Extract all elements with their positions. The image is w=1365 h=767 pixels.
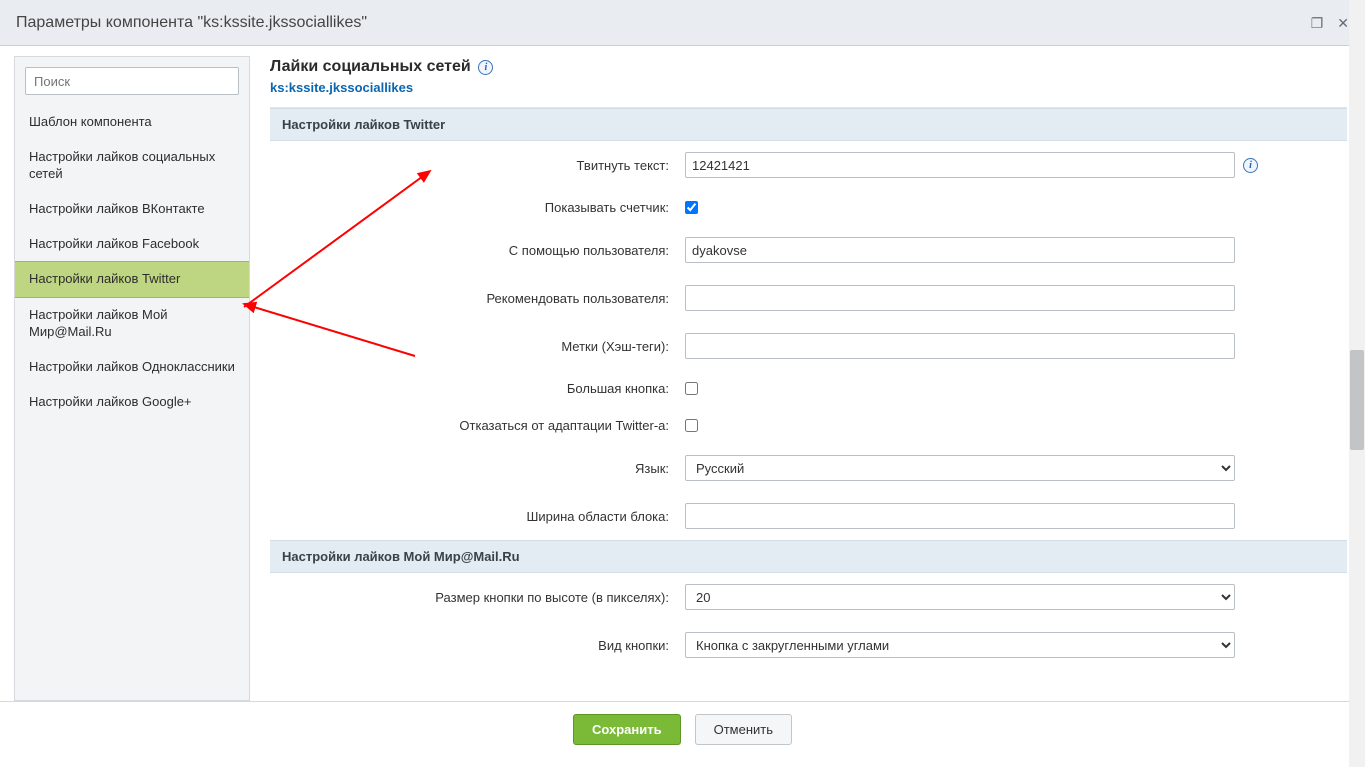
label-mailru-height: Размер кнопки по высоте (в пикселях): — [280, 590, 685, 605]
row-hashtags: Метки (Хэш-теги): — [270, 322, 1347, 370]
row-width: Ширина области блока: — [270, 492, 1347, 540]
row-dnt: Отказаться от адаптации Twitter-а: — [270, 407, 1347, 444]
select-mailru-height[interactable]: 20 — [685, 584, 1235, 610]
input-hashtags[interactable] — [685, 333, 1235, 359]
sidebar-item-vk[interactable]: Настройки лайков ВКонтакте — [15, 192, 249, 227]
checkbox-dnt[interactable] — [685, 419, 698, 432]
input-via-user[interactable] — [685, 237, 1235, 263]
label-recommend-user: Рекомендовать пользователя: — [280, 291, 685, 306]
label-show-counter: Показывать счетчик: — [280, 200, 685, 215]
sidebar-item-mailru[interactable]: Настройки лайков Мой Мир@Mail.Ru — [15, 298, 249, 350]
section-bar-mailru: Настройки лайков Мой Мир@Mail.Ru — [270, 540, 1347, 573]
info-icon[interactable]: i — [478, 60, 493, 75]
form-scroll-area[interactable]: Настройки лайков Twitter Твитнуть текст:… — [270, 107, 1347, 701]
input-tweet-text[interactable] — [685, 152, 1235, 178]
checkbox-show-counter[interactable] — [685, 201, 698, 214]
maximize-icon[interactable]: ❐ — [1311, 16, 1324, 30]
row-tweet-text: Твитнуть текст: i — [270, 141, 1347, 189]
select-mailru-kind[interactable]: Кнопка с закругленными углами — [685, 632, 1235, 658]
sidebar-item-social[interactable]: Настройки лайков социальных сетей — [15, 140, 249, 192]
sidebar-nav: Шаблон компонента Настройки лайков социа… — [15, 99, 249, 420]
search-input[interactable] — [25, 67, 239, 95]
row-big-button: Большая кнопка: — [270, 370, 1347, 407]
label-width: Ширина области блока: — [280, 509, 685, 524]
label-via-user: С помощью пользователя: — [280, 243, 685, 258]
sidebar-item-googleplus[interactable]: Настройки лайков Google+ — [15, 385, 249, 420]
cancel-button[interactable]: Отменить — [695, 714, 792, 745]
input-recommend-user[interactable] — [685, 285, 1235, 311]
window-title: Параметры компонента "ks:kssite.jkssocia… — [16, 14, 1311, 32]
info-icon[interactable]: i — [1243, 158, 1258, 173]
footer: Сохранить Отменить — [0, 701, 1365, 756]
window-controls: ❐ ✕ — [1311, 16, 1349, 30]
row-show-counter: Показывать счетчик: — [270, 189, 1347, 226]
row-recommend-user: Рекомендовать пользователя: — [270, 274, 1347, 322]
sidebar-item-facebook[interactable]: Настройки лайков Facebook — [15, 227, 249, 262]
sidebar-item-odnoklassniki[interactable]: Настройки лайков Одноклассники — [15, 350, 249, 385]
row-mailru-kind: Вид кнопки: Кнопка с закругленными углам… — [270, 621, 1347, 669]
section-bar-twitter: Настройки лайков Twitter — [270, 108, 1347, 141]
label-big-button: Большая кнопка: — [280, 381, 685, 396]
label-mailru-kind: Вид кнопки: — [280, 638, 685, 653]
label-hashtags: Метки (Хэш-теги): — [280, 339, 685, 354]
main-panel: Лайки социальных сетей i ks:kssite.jksso… — [270, 56, 1347, 701]
main-header: Лайки социальных сетей i ks:kssite.jksso… — [270, 56, 1347, 107]
label-lang: Язык: — [280, 461, 685, 476]
page-scroll-thumb[interactable] — [1350, 350, 1364, 450]
input-width[interactable] — [685, 503, 1235, 529]
page-title: Лайки социальных сетей — [270, 58, 471, 76]
checkbox-big-button[interactable] — [685, 382, 698, 395]
save-button[interactable]: Сохранить — [573, 714, 681, 745]
sidebar-item-twitter[interactable]: Настройки лайков Twitter — [15, 261, 249, 298]
close-icon[interactable]: ✕ — [1337, 16, 1349, 30]
label-tweet-text: Твитнуть текст: — [280, 158, 685, 173]
row-lang: Язык: Русский — [270, 444, 1347, 492]
sidebar-item-template[interactable]: Шаблон компонента — [15, 105, 249, 140]
select-lang[interactable]: Русский — [685, 455, 1235, 481]
row-via-user: С помощью пользователя: — [270, 226, 1347, 274]
label-dnt: Отказаться от адаптации Twitter-а: — [280, 418, 685, 433]
sidebar: Шаблон компонента Настройки лайков социа… — [14, 56, 250, 701]
window-title-bar: Параметры компонента "ks:kssite.jkssocia… — [0, 0, 1365, 46]
component-name: ks:kssite.jkssociallikes — [270, 80, 1347, 95]
row-mailru-height: Размер кнопки по высоте (в пикселях): 20 — [270, 573, 1347, 621]
